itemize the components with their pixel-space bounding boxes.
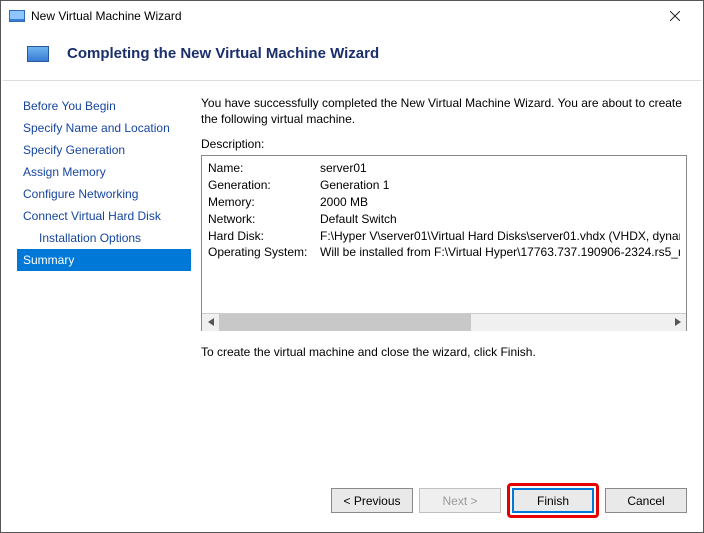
page-title: Completing the New Virtual Machine Wizar… [67,45,379,62]
scroll-left-arrow-icon[interactable] [202,314,219,331]
scrollbar-thumb[interactable] [219,314,471,331]
summary-row-os: Operating System:Will be installed from … [208,244,680,261]
summary-key: Generation: [208,177,320,194]
sidebar-item-assign-memory[interactable]: Assign Memory [17,161,191,183]
close-button[interactable] [655,2,695,30]
sidebar-item-configure-networking[interactable]: Configure Networking [17,183,191,205]
summary-value: 2000 MB [320,194,368,211]
summary-value: Default Switch [320,211,397,228]
summary-value: Will be installed from F:\Virtual Hyper\… [320,244,680,261]
cancel-button[interactable]: Cancel [605,488,687,513]
horizontal-scrollbar[interactable] [202,313,686,330]
sidebar: Before You Begin Specify Name and Locati… [17,95,191,473]
header: Completing the New Virtual Machine Wizar… [1,31,703,80]
description-label: Description: [201,137,687,151]
scroll-right-arrow-icon[interactable] [669,314,686,331]
next-button: Next > [419,488,501,513]
app-icon [9,8,25,24]
summary-box: Name:server01 Generation:Generation 1 Me… [201,155,687,331]
sidebar-item-installation-options[interactable]: Installation Options [17,227,191,249]
footer: < Previous Next > Finish Cancel [1,473,703,532]
sidebar-item-specify-name[interactable]: Specify Name and Location [17,117,191,139]
summary-row-harddisk: Hard Disk:F:\Hyper V\server01\Virtual Ha… [208,228,680,245]
titlebar: New Virtual Machine Wizard [1,1,703,31]
summary-row-name: Name:server01 [208,160,680,177]
summary-key: Hard Disk: [208,228,320,245]
summary-row-generation: Generation:Generation 1 [208,177,680,194]
wizard-window: New Virtual Machine Wizard Completing th… [0,0,704,533]
intro-text: You have successfully completed the New … [201,95,687,127]
wizard-icon [27,46,49,62]
sidebar-item-summary[interactable]: Summary [17,249,191,271]
summary-key: Operating System: [208,244,320,261]
summary-value: server01 [320,160,367,177]
summary-value: Generation 1 [320,177,389,194]
body: Before You Begin Specify Name and Locati… [1,81,703,473]
window-title: New Virtual Machine Wizard [31,9,655,23]
summary-row-memory: Memory:2000 MB [208,194,680,211]
sidebar-item-before-you-begin[interactable]: Before You Begin [17,95,191,117]
summary-key: Network: [208,211,320,228]
summary-key: Memory: [208,194,320,211]
summary-lines: Name:server01 Generation:Generation 1 Me… [202,156,686,313]
sidebar-item-connect-vhd[interactable]: Connect Virtual Hard Disk [17,205,191,227]
previous-button[interactable]: < Previous [331,488,413,513]
finish-button[interactable]: Finish [512,488,594,513]
finish-highlight: Finish [507,483,599,518]
summary-key: Name: [208,160,320,177]
scrollbar-track[interactable] [219,314,669,331]
sidebar-item-specify-generation[interactable]: Specify Generation [17,139,191,161]
summary-row-network: Network:Default Switch [208,211,680,228]
finish-hint: To create the virtual machine and close … [201,345,687,359]
content: You have successfully completed the New … [201,95,687,473]
summary-value: F:\Hyper V\server01\Virtual Hard Disks\s… [320,228,680,245]
